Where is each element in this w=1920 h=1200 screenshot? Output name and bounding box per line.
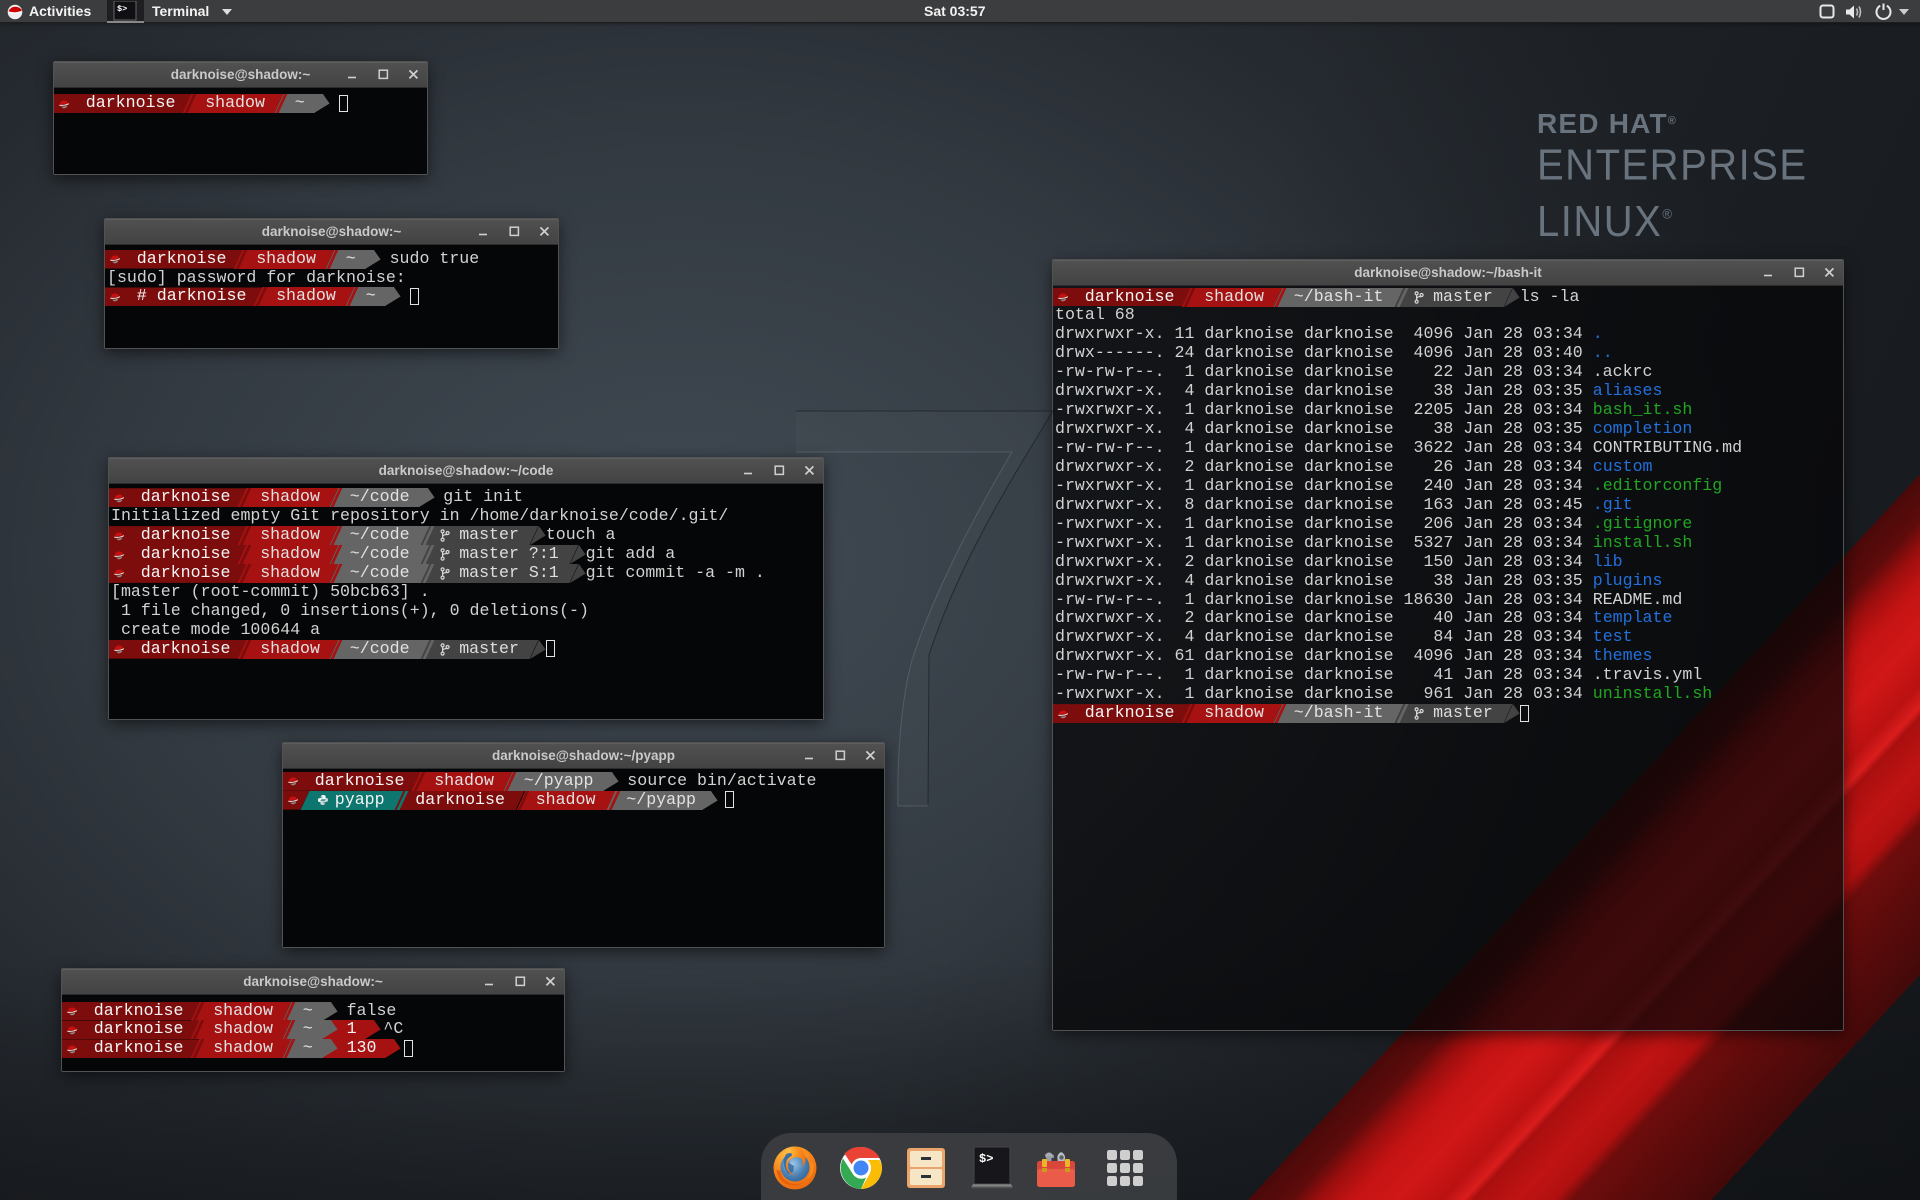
svg-text:$>: $> [117, 4, 127, 14]
svg-text:$>: $> [979, 1152, 993, 1166]
